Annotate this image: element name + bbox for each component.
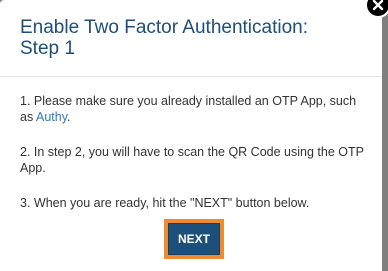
step-1-paragraph: 1. Please make sure you already installe… — [20, 93, 365, 125]
authy-link[interactable]: Authy — [36, 110, 67, 124]
modal-title: Enable Two Factor Authentication: Step 1 — [20, 17, 308, 59]
close-icon — [372, 0, 384, 11]
two-factor-modal: Enable Two Factor Authentication: Step 1… — [0, 0, 382, 271]
next-button[interactable]: NEXT — [168, 223, 220, 255]
step-1-end: . — [67, 110, 71, 124]
step-3-paragraph: 3. When you are ready, hit the "NEXT" bu… — [20, 196, 310, 210]
modal-body: 1. Please make sure you already installe… — [20, 93, 365, 230]
modal-header: Enable Two Factor Authentication: Step 1 — [0, 0, 382, 77]
next-button-highlight: NEXT — [164, 219, 224, 259]
step-2-paragraph: 2. In step 2, you will have to scan the … — [20, 145, 364, 175]
